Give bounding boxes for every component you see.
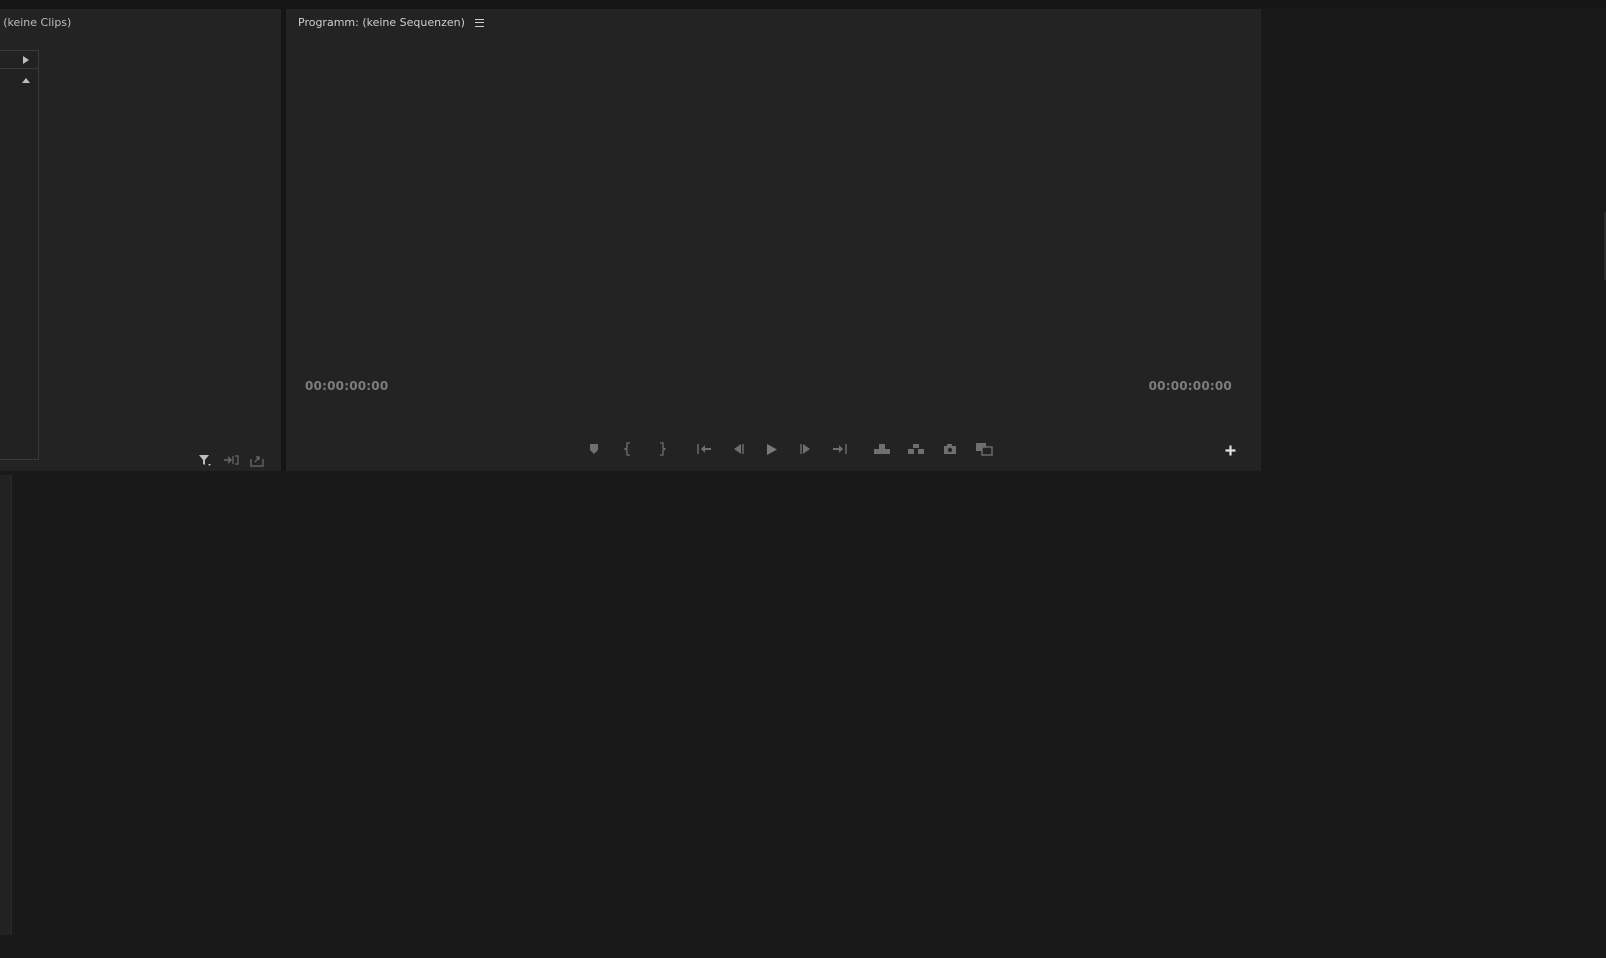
comparison-view-icon[interactable] xyxy=(975,440,993,458)
step-back-icon[interactable] xyxy=(729,440,747,458)
camera-icon[interactable] xyxy=(941,440,959,458)
source-clip-list[interactable] xyxy=(0,50,39,460)
bottom-left-panel-edge[interactable] xyxy=(0,475,12,935)
program-panel-header: Programm: (keine Sequenzen) xyxy=(298,16,484,29)
transport-controls xyxy=(585,440,1009,458)
step-forward-icon[interactable] xyxy=(797,440,815,458)
playhead-timecode[interactable]: 00:00:00:00 xyxy=(305,379,388,393)
insert-icon[interactable] xyxy=(223,453,239,467)
filter-icon[interactable] xyxy=(197,453,213,467)
source-monitor-panel[interactable]: : (keine Clips) xyxy=(0,9,281,471)
plus-icon[interactable] xyxy=(1223,443,1237,457)
scroll-up-icon[interactable] xyxy=(22,78,30,83)
marker-icon[interactable] xyxy=(585,440,603,458)
premiere-workspace: : (keine Clips) Programm: (keine Sequenz… xyxy=(0,0,1606,958)
expand-arrow-icon[interactable] xyxy=(23,56,29,64)
export-icon[interactable] xyxy=(249,453,265,467)
source-bottom-toolbar xyxy=(197,453,265,467)
hamburger-menu-icon[interactable] xyxy=(474,18,484,27)
mark-in-icon[interactable] xyxy=(619,440,637,458)
play-icon[interactable] xyxy=(763,440,781,458)
go-to-in-icon[interactable] xyxy=(695,440,713,458)
extract-icon[interactable] xyxy=(907,440,925,458)
source-panel-title[interactable]: : (keine Clips) xyxy=(0,16,71,29)
program-panel-title[interactable]: Programm: (keine Sequenzen) xyxy=(298,16,465,29)
go-to-out-icon[interactable] xyxy=(831,440,849,458)
lift-icon[interactable] xyxy=(873,440,891,458)
bottom-panel-area xyxy=(0,471,1606,958)
clip-list-header xyxy=(0,50,38,69)
program-monitor-panel[interactable]: Programm: (keine Sequenzen) 00:00:00:00 … xyxy=(286,9,1261,471)
top-strip xyxy=(0,0,1606,9)
mark-out-icon[interactable] xyxy=(653,440,671,458)
duration-timecode: 00:00:00:00 xyxy=(1148,379,1232,393)
